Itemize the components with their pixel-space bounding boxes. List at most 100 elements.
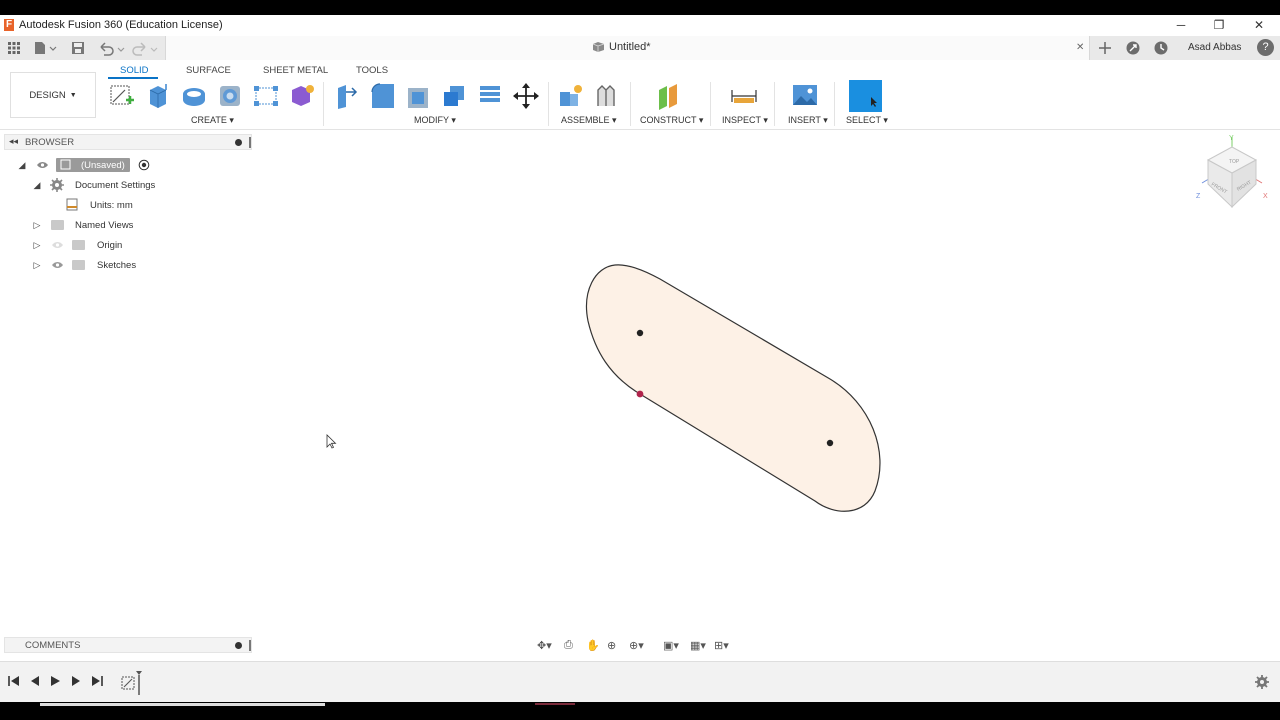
chamfer-icon[interactable]: [404, 82, 432, 110]
move-copy-icon[interactable]: [512, 82, 540, 110]
select-menu-label: SELECT: [846, 115, 881, 125]
group-divider: [834, 82, 835, 126]
go-to-end-icon[interactable]: [90, 674, 104, 688]
redo-icon[interactable]: [131, 40, 161, 56]
zoom-icon[interactable]: ⊕: [607, 639, 616, 652]
group-divider: [323, 82, 324, 126]
comments-panel-header[interactable]: COMMENTS: [4, 637, 252, 653]
user-account-menu[interactable]: Asad Abbas: [1188, 42, 1241, 53]
insert-menu[interactable]: INSERT ▾: [788, 115, 828, 126]
group-divider: [710, 82, 711, 126]
display-settings-icon[interactable]: ▣▾: [663, 639, 679, 652]
axis-y-label: Y: [1229, 135, 1234, 142]
close-document-button[interactable]: ✕: [1076, 40, 1084, 56]
quick-access-bar: Untitled* ✕ Asad Abbas ?: [0, 36, 1280, 60]
extensions-icon[interactable]: [1125, 40, 1141, 56]
tab-solid[interactable]: SOLID: [120, 65, 149, 76]
viewcube[interactable]: TOP FRONT RIGHT Y X Z: [1196, 135, 1268, 209]
title-bar: F Autodesk Fusion 360 (Education License…: [0, 15, 1280, 35]
select-menu[interactable]: SELECT ▾: [846, 115, 888, 126]
job-status-icon[interactable]: [1153, 40, 1169, 56]
create-form-icon[interactable]: [288, 82, 316, 110]
step-forward-icon[interactable]: [69, 674, 83, 688]
chevron-down-icon: ▼: [69, 91, 77, 99]
group-divider: [774, 82, 775, 126]
new-tab-plus-icon[interactable]: [1098, 40, 1112, 56]
press-pull-icon[interactable]: [332, 82, 360, 110]
help-icon[interactable]: ?: [1257, 39, 1274, 56]
progress-stripe: [535, 703, 575, 705]
create-menu-label: CREATE: [191, 115, 227, 125]
grid-icon[interactable]: [7, 40, 21, 56]
extrude-icon[interactable]: [144, 82, 172, 110]
create-menu[interactable]: CREATE ▾: [191, 115, 234, 126]
axis-z-label: Z: [1196, 193, 1201, 200]
active-tab-indicator: [108, 77, 158, 79]
timeline-sketch-feature-icon[interactable]: [120, 669, 144, 695]
assemble-menu[interactable]: ASSEMBLE ▾: [561, 115, 617, 126]
offset-plane-icon[interactable]: [655, 82, 683, 110]
close-window-button[interactable]: ✕: [1239, 15, 1279, 35]
restore-button[interactable]: ❐: [1199, 15, 1239, 35]
axis-x-label: X: [1263, 193, 1268, 200]
insert-menu-label: INSERT: [788, 115, 821, 125]
mouse-cursor-icon: [326, 434, 337, 449]
new-component-icon[interactable]: [556, 82, 584, 110]
group-divider: [630, 82, 631, 126]
top-black-border: [0, 0, 1280, 15]
gear-icon[interactable]: [1254, 674, 1270, 690]
window-title: Autodesk Fusion 360 (Education License): [19, 19, 223, 31]
zoom-window-icon[interactable]: ⊕▾: [629, 639, 644, 652]
go-to-start-icon[interactable]: [7, 674, 21, 688]
add-comment-icon[interactable]: [235, 642, 242, 649]
workspace-label: DESIGN: [29, 89, 66, 101]
save-icon[interactable]: [71, 40, 85, 56]
step-back-icon[interactable]: [28, 674, 42, 688]
rectangular-pattern-icon[interactable]: [252, 82, 280, 110]
construct-menu[interactable]: CONSTRUCT ▾: [640, 115, 703, 126]
modify-menu[interactable]: MODIFY ▾: [414, 115, 456, 126]
sketch-slot-profile[interactable]: [586, 264, 881, 512]
file-icon[interactable]: [33, 40, 57, 56]
tab-sheet-metal[interactable]: SHEET METAL: [263, 65, 328, 76]
fusion-app-window: F Autodesk Fusion 360 (Education License…: [0, 0, 1280, 720]
pan-hand-icon[interactable]: ✋: [586, 639, 600, 652]
combine-icon[interactable]: [476, 82, 504, 110]
sketch-center-point[interactable]: [636, 329, 644, 337]
timeline-bar: [0, 661, 1280, 702]
inspect-menu-label: INSPECT: [722, 115, 761, 125]
tab-tools[interactable]: TOOLS: [356, 65, 388, 76]
sweep-icon[interactable]: [216, 82, 244, 110]
group-divider: [548, 82, 549, 126]
canvas-viewport[interactable]: TOP FRONT RIGHT Y X Z: [0, 131, 1280, 660]
component-icon: [592, 42, 605, 52]
document-title-text: Untitled*: [609, 41, 651, 53]
grid-settings-icon[interactable]: ▦▾: [690, 639, 706, 652]
measure-icon[interactable]: [730, 82, 758, 110]
insert-image-icon[interactable]: [791, 82, 819, 110]
fusion-logo-icon: F: [4, 19, 14, 31]
undo-icon[interactable]: [97, 40, 127, 56]
orbit-icon[interactable]: ✥▾: [537, 639, 552, 652]
viewports-icon[interactable]: ⊞▾: [714, 639, 729, 652]
joint-icon[interactable]: [592, 82, 620, 110]
fillet-icon[interactable]: [368, 82, 396, 110]
play-icon[interactable]: [48, 674, 62, 688]
select-tool-icon[interactable]: [849, 80, 882, 112]
resize-handle[interactable]: [249, 640, 251, 651]
sketch-selected-point[interactable]: [636, 390, 644, 398]
create-sketch-icon[interactable]: [108, 82, 136, 110]
look-at-icon[interactable]: ⎙: [564, 639, 573, 652]
minimize-button[interactable]: ─: [1161, 15, 1201, 35]
inspect-menu[interactable]: INSPECT ▾: [722, 115, 768, 126]
modify-menu-label: MODIFY: [414, 115, 449, 125]
tab-surface[interactable]: SURFACE: [186, 65, 231, 76]
workspace-switcher[interactable]: DESIGN ▼: [10, 72, 96, 118]
sketch-center-point[interactable]: [826, 439, 834, 447]
bottom-black-border: [0, 702, 1280, 720]
assemble-menu-label: ASSEMBLE: [561, 115, 610, 125]
comments-title: COMMENTS: [25, 640, 81, 651]
navigation-bar: ✥▾ ⎙ ✋ ⊕ ⊕▾ ▣▾ ▦▾ ⊞▾: [533, 637, 743, 655]
revolve-icon[interactable]: [180, 82, 208, 110]
shell-icon[interactable]: [440, 82, 468, 110]
